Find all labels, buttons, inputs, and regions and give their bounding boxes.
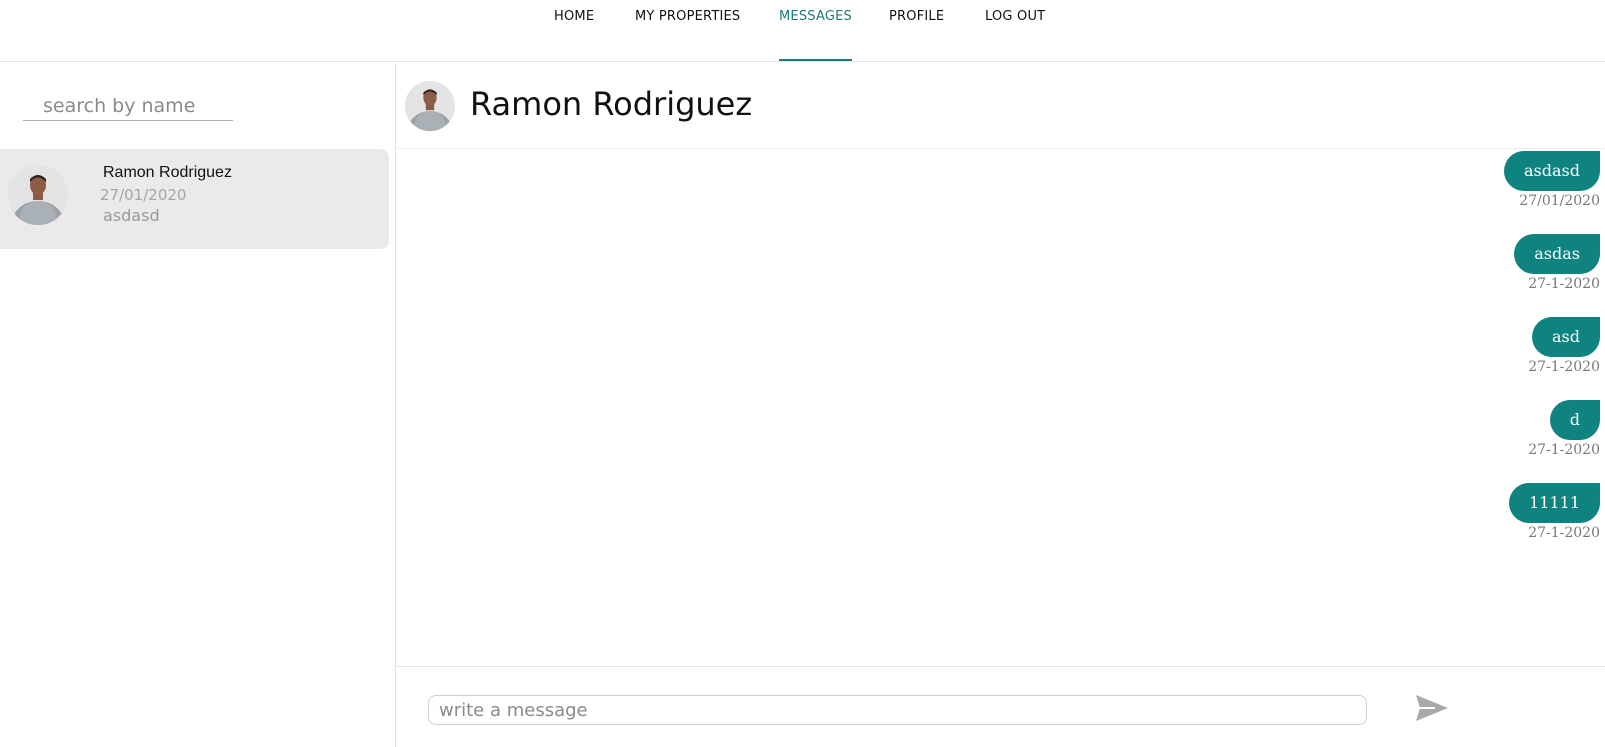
message-list: asdasd 27/01/2020 asdas 27-1-2020 asd 27… [396,150,1605,730]
message-item: d 27-1-2020 [1528,400,1600,458]
message-timestamp: 27-1-2020 [1528,359,1600,375]
message-bubble: 11111 [1509,483,1600,523]
nav-logout-link[interactable]: LOG OUT [985,9,1045,61]
message-bubble: asdasd [1504,151,1600,191]
conversations-sidebar: Ramon Rodriguez 27/01/2020 asdasd [0,63,396,747]
avatar [8,165,68,225]
nav-messages-link[interactable]: MESSAGES [779,9,852,61]
message-item: 11111 27-1-2020 [1509,483,1600,541]
message-bubble: asdas [1514,234,1600,274]
contact-last-date: 27/01/2020 [100,186,187,204]
message-item: asdasd 27/01/2020 [1504,151,1600,209]
message-input[interactable] [428,695,1367,725]
nav-profile-link[interactable]: PROFILE [889,9,944,61]
conversation-item[interactable]: Ramon Rodriguez 27/01/2020 asdasd [0,149,389,249]
message-item: asdas 27-1-2020 [1514,234,1600,292]
avatar [405,81,455,131]
message-bubble: asd [1532,317,1600,357]
send-icon [1416,694,1448,721]
send-button[interactable] [1414,692,1450,726]
message-timestamp: 27/01/2020 [1519,193,1600,209]
chat-title: Ramon Rodriguez [470,85,753,123]
message-timestamp: 27-1-2020 [1528,525,1600,541]
user-photo-icon [8,165,68,225]
nav-my-properties-link[interactable]: MY PROPERTIES [635,9,740,61]
message-timestamp: 27-1-2020 [1528,442,1600,458]
chat-header: Ramon Rodriguez [396,63,1605,149]
message-composer [396,666,1605,747]
search-input[interactable] [23,91,233,121]
contact-name: Ramon Rodriguez [103,164,232,181]
top-navigation: HOME MY PROPERTIES MESSAGES PROFILE LOG … [0,0,1605,62]
nav-home-link[interactable]: HOME [554,9,594,61]
user-photo-icon [405,81,455,131]
message-timestamp: 27-1-2020 [1528,276,1600,292]
chat-panel: Ramon Rodriguez asdasd 27/01/2020 asdas … [396,63,1605,747]
message-bubble: d [1549,400,1600,440]
contact-last-message: asdasd [103,206,160,225]
message-item: asd 27-1-2020 [1528,317,1600,375]
